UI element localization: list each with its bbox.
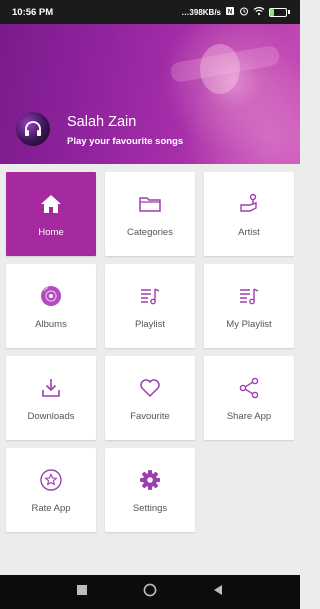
menu-tile-rate-app[interactable]: Rate App — [6, 448, 96, 532]
playlist-icon — [137, 283, 163, 309]
album-icon — [38, 283, 64, 309]
menu-label: Categories — [127, 227, 173, 238]
battery-level: 26 — [274, 8, 282, 16]
menu-tile-categories[interactable]: Categories — [105, 172, 195, 256]
star-icon — [38, 467, 64, 493]
header-title: Salah Zain — [67, 114, 137, 130]
menu-label: Playlist — [134, 319, 166, 330]
status-bar: 10:56 PM …398KB/s N 26 — [0, 0, 300, 24]
home-icon — [38, 191, 64, 217]
artist-icon — [236, 191, 262, 217]
menu-label: My Playlist — [226, 319, 272, 330]
share-icon — [236, 375, 262, 401]
menu-tile-home[interactable]: Home — [6, 172, 96, 256]
svg-text:N: N — [228, 10, 232, 16]
back-icon[interactable] — [212, 583, 224, 601]
menu-tile-artist[interactable]: Artist — [204, 172, 294, 256]
header-banner: Salah Zain Play your favourite songs — [0, 24, 300, 164]
status-time: 10:56 PM — [12, 6, 54, 18]
menu-tile-settings[interactable]: Settings — [105, 448, 195, 532]
menu-tile-downloads[interactable]: Downloads — [6, 356, 96, 440]
menu-label: Home — [38, 227, 64, 238]
alarm-icon — [239, 6, 249, 18]
menu-tile-playlist[interactable]: Playlist — [105, 264, 195, 348]
download-icon — [38, 375, 64, 401]
menu-tile-share-app[interactable]: Share App — [204, 356, 294, 440]
menu-label: Rate App — [31, 503, 71, 514]
my-playlist-icon — [236, 283, 262, 309]
status-indicators: …398KB/s N 26 — [181, 6, 290, 18]
headphones-avatar-icon — [16, 112, 50, 146]
menu-tile-albums[interactable]: Albums — [6, 264, 96, 348]
wifi-icon — [253, 6, 265, 18]
menu-label: Downloads — [27, 411, 75, 422]
home-nav-icon[interactable] — [143, 583, 157, 602]
net-speed: …398KB/s — [181, 7, 221, 17]
recent-apps-icon[interactable] — [76, 583, 88, 601]
menu-tile-favourite[interactable]: Favourite — [105, 356, 195, 440]
system-nav-bar — [0, 575, 300, 609]
sim-icon: N — [225, 6, 235, 18]
menu-label: Settings — [132, 503, 168, 514]
heart-icon — [137, 375, 163, 401]
gear-icon — [137, 467, 163, 493]
menu-label: Favourite — [130, 411, 170, 422]
menu-label: Artist — [238, 227, 260, 238]
header-subtitle: Play your favourite songs — [67, 136, 184, 147]
menu-tile-my-playlist[interactable]: My Playlist — [204, 264, 294, 348]
menu-label: Share App — [226, 411, 272, 422]
menu-label: Albums — [35, 319, 67, 330]
folder-icon — [137, 191, 163, 217]
battery-icon: 26 — [269, 7, 290, 17]
